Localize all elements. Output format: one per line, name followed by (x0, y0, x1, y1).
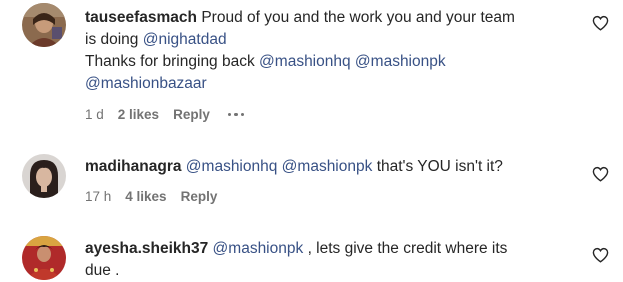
mention-link[interactable]: @mashionhq (259, 53, 351, 70)
avatar-icon (22, 154, 66, 198)
comment-text-line: Thanks for bringing back (85, 53, 260, 70)
comment-text: madihanagra @mashionhq @mashionpk that's… (85, 156, 575, 178)
mention-link[interactable]: @mashionhq (186, 158, 278, 175)
heart-icon[interactable] (592, 166, 609, 182)
avatar[interactable] (22, 3, 66, 47)
username[interactable]: ayesha.sheikh37 (85, 240, 208, 257)
reply-button[interactable]: Reply (181, 189, 218, 204)
mention-link[interactable]: @mashionbazaar (85, 75, 207, 92)
comment-text-line: , lets give the credit where its (307, 240, 508, 257)
comment-text: ayesha.sheikh37 @mashionpk , lets give t… (85, 238, 575, 282)
comment-text-line: Proud of you and the work you and your t… (201, 9, 515, 26)
comment-meta: 1 d 2 likes Reply (85, 107, 258, 122)
mention-link[interactable]: @mashionpk (355, 53, 446, 70)
comment-meta: 17 h 4 likes Reply (85, 189, 231, 204)
mention-link[interactable]: @mashionpk (213, 240, 304, 257)
likes-count[interactable]: 2 likes (118, 107, 159, 122)
avatar-icon (22, 3, 66, 47)
avatar-icon (22, 236, 66, 280)
username[interactable]: madihanagra (85, 158, 181, 175)
mention-link[interactable]: @nighatdad (143, 31, 227, 48)
comment-text-line: due . (85, 262, 120, 279)
comment-text-line: is doing (85, 31, 143, 48)
avatar[interactable] (22, 154, 66, 198)
timestamp[interactable]: 17 h (85, 189, 111, 204)
mention-link[interactable]: @mashionpk (282, 158, 373, 175)
comment-text-line: that's YOU isn't it? (376, 158, 503, 175)
reply-button[interactable]: Reply (173, 107, 210, 122)
heart-icon[interactable] (592, 15, 609, 31)
more-options-icon[interactable] (227, 112, 245, 117)
username[interactable]: tauseefasmach (85, 9, 197, 26)
avatar[interactable] (22, 236, 66, 280)
heart-icon[interactable] (592, 247, 609, 263)
likes-count[interactable]: 4 likes (125, 189, 166, 204)
timestamp[interactable]: 1 d (85, 107, 104, 122)
comment-text: tauseefasmach Proud of you and the work … (85, 7, 575, 95)
